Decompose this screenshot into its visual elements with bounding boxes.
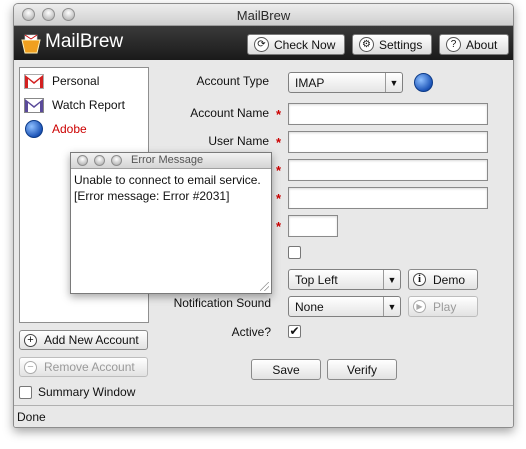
error-dialog-title: Error Message <box>131 154 204 166</box>
account-name: Personal <box>52 74 100 88</box>
notification-position-select[interactable]: Top Left ▼ <box>288 269 401 290</box>
window-title: MailBrew <box>236 8 291 23</box>
account-name-label: Account Name <box>190 106 269 120</box>
notification-sound-label: Notification Sound <box>173 296 271 310</box>
account-type-label: Account Type <box>196 74 270 88</box>
user-name-label: User Name <box>208 134 269 148</box>
required-marker: * <box>276 191 282 206</box>
summary-window-checkbox[interactable] <box>19 386 32 399</box>
play-icon: ▶ <box>413 300 426 313</box>
add-account-button[interactable]: + Add New Account <box>19 330 148 350</box>
refresh-icon: ⟳ <box>254 37 269 52</box>
account-name-field[interactable] <box>288 103 488 125</box>
error-message-dialog: Error Message Unable to connect to email… <box>70 152 272 294</box>
minus-icon: − <box>24 360 37 374</box>
save-label: Save <box>272 362 300 377</box>
password-field[interactable] <box>288 159 488 181</box>
required-marker: * <box>276 135 282 150</box>
required-marker: * <box>276 219 282 234</box>
chevron-down-icon: ▼ <box>383 270 400 289</box>
title-bar: MailBrew <box>14 4 513 26</box>
required-marker: * <box>276 107 282 122</box>
error-dialog-body: Unable to connect to email service. [Err… <box>74 172 268 204</box>
notification-sound-select[interactable]: None ▼ <box>288 296 401 317</box>
error-dialog-title-bar: Error Message <box>71 153 271 169</box>
play-label: Play <box>433 299 457 314</box>
settings-label: Settings <box>379 37 423 52</box>
play-button[interactable]: ▶ Play <box>408 296 478 317</box>
active-label: Active? <box>231 325 271 339</box>
globe-icon <box>25 120 43 138</box>
remove-account-label: Remove Account <box>44 360 135 374</box>
required-marker: * <box>276 163 282 178</box>
check-now-button[interactable]: ⟳ Check Now <box>247 34 345 55</box>
save-button[interactable]: Save <box>251 359 321 380</box>
notification-sound-value: None <box>295 299 324 314</box>
account-name: Watch Report <box>52 98 125 112</box>
account-name: Adobe <box>52 122 87 136</box>
close-dialog-button[interactable] <box>77 155 88 166</box>
add-account-label: Add New Account <box>44 333 139 347</box>
error-message-line: Unable to connect to email service. <box>74 173 261 187</box>
info-icon: i <box>413 273 426 286</box>
summary-window-label: Summary Window <box>38 385 136 399</box>
status-bar: Done <box>14 405 513 427</box>
resize-grip-icon[interactable] <box>260 282 269 291</box>
account-type-value: IMAP <box>295 75 325 90</box>
minimize-dialog-button[interactable] <box>94 155 105 166</box>
about-button[interactable]: ? About <box>439 34 509 55</box>
account-item-personal[interactable]: Personal <box>24 71 99 91</box>
help-icon: ? <box>446 37 461 52</box>
settings-button[interactable]: ⚙ Settings <box>352 34 432 55</box>
app-header: MailBrew ⟳ Check Now ⚙ Settings ? About <box>14 26 513 60</box>
app-name: MailBrew <box>45 31 124 52</box>
account-item-adobe[interactable]: Adobe <box>24 119 87 139</box>
error-message-line: [Error message: Error #2031] <box>74 189 230 203</box>
chevron-down-icon: ▼ <box>385 73 402 92</box>
about-label: About <box>466 37 498 52</box>
port-field[interactable] <box>288 215 338 237</box>
gear-icon: ⚙ <box>359 37 374 52</box>
secure-connection-checkbox[interactable] <box>288 246 301 259</box>
user-name-field[interactable] <box>288 131 488 153</box>
demo-label: Demo <box>433 272 466 287</box>
status-text: Done <box>17 410 46 424</box>
chevron-down-icon: ▼ <box>383 297 400 316</box>
verify-label: Verify <box>346 362 377 377</box>
server-field[interactable] <box>288 187 488 209</box>
demo-button[interactable]: i Demo <box>408 269 478 290</box>
check-now-label: Check Now <box>274 37 336 52</box>
globe-icon <box>414 73 433 92</box>
active-checkbox[interactable]: ✔ <box>288 325 301 338</box>
verify-button[interactable]: Verify <box>327 359 397 380</box>
notification-position-value: Top Left <box>295 272 338 287</box>
account-item-watch-report[interactable]: Watch Report <box>24 95 125 115</box>
account-type-select[interactable]: IMAP ▼ <box>288 72 403 93</box>
gmail-icon <box>24 73 44 89</box>
mailbrew-logo-icon <box>21 34 41 54</box>
zoom-dialog-button[interactable] <box>111 155 122 166</box>
plus-icon: + <box>24 333 37 347</box>
remove-account-button[interactable]: − Remove Account <box>19 357 148 377</box>
mail-icon <box>24 97 44 113</box>
